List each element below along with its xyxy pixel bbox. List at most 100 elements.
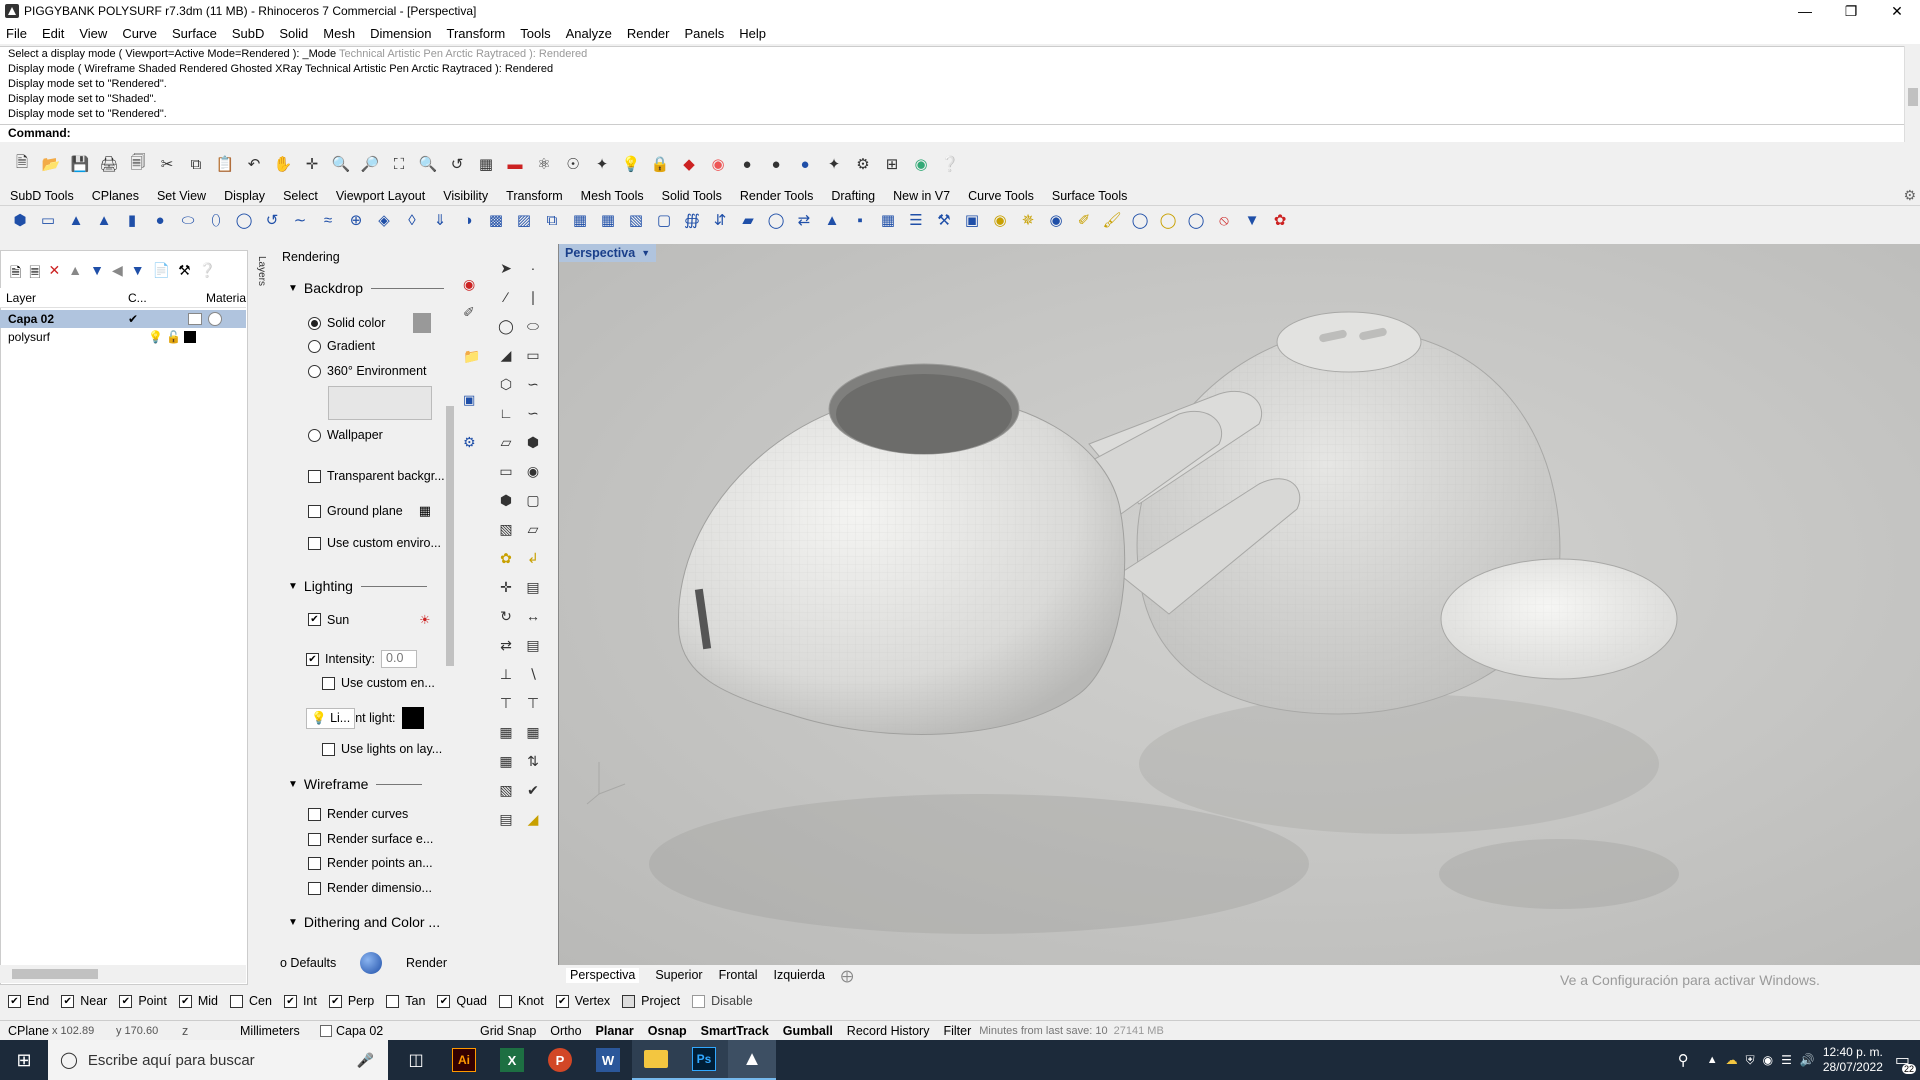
- explode-icon[interactable]: ∖: [521, 662, 545, 686]
- scroll-thumb[interactable]: [1908, 88, 1918, 106]
- tab-viewport-layout[interactable]: Viewport Layout: [336, 189, 425, 203]
- subd-mesh-icon[interactable]: ▧: [624, 208, 648, 232]
- sun-checkbox[interactable]: ✔ Sun ☀: [308, 612, 430, 627]
- subd-grid-icon[interactable]: ▦: [596, 208, 620, 232]
- photoshop-app-icon[interactable]: Ps: [680, 1040, 728, 1080]
- tab-mesh-tools[interactable]: Mesh Tools: [581, 189, 644, 203]
- filter-icon[interactable]: ▼: [131, 262, 145, 286]
- mirror-icon[interactable]: ⇄: [494, 633, 518, 657]
- close-button[interactable]: ✕: [1874, 0, 1920, 22]
- move-icon[interactable]: ✛: [494, 575, 518, 599]
- zoom-window-icon[interactable]: 🔎: [358, 152, 382, 176]
- osnap-point[interactable]: ✔ Point: [119, 994, 167, 1008]
- display-icon[interactable]: ▣: [463, 392, 481, 434]
- clock[interactable]: 12:40 p. m. 28/07/2022: [1823, 1045, 1883, 1075]
- osnap-tan[interactable]: Tan: [386, 994, 425, 1008]
- visibility-bulb-icon[interactable]: 💡: [148, 330, 166, 344]
- subd-pin-icon[interactable]: ✿: [1268, 208, 1292, 232]
- rotate-view-icon[interactable]: ✛: [300, 152, 324, 176]
- menu-surface[interactable]: Surface: [172, 26, 217, 41]
- tab-surface-tools[interactable]: Surface Tools: [1052, 189, 1128, 203]
- scale-icon[interactable]: ↔: [521, 604, 545, 628]
- menu-mesh[interactable]: Mesh: [323, 26, 355, 41]
- menu-solid[interactable]: Solid: [279, 26, 308, 41]
- subd-insert-edge-icon[interactable]: ▦: [568, 208, 592, 232]
- open-file-icon[interactable]: 📂: [39, 152, 63, 176]
- box-icon[interactable]: ⬢: [521, 430, 545, 454]
- layer-state-icon[interactable]: 📄: [153, 262, 170, 286]
- layer-row[interactable]: polysurf 💡 🔓: [0, 328, 246, 346]
- tab-new-in-v7[interactable]: New in V7: [893, 189, 950, 203]
- save-icon[interactable]: 💾: [68, 152, 92, 176]
- tab-subd-tools[interactable]: SubD Tools: [10, 189, 74, 203]
- menu-tools[interactable]: Tools: [520, 26, 550, 41]
- subd-flat-icon[interactable]: ◯: [1184, 208, 1208, 232]
- scroll-thumb[interactable]: [12, 969, 98, 979]
- word-app-icon[interactable]: W: [584, 1040, 632, 1080]
- lighting-section[interactable]: ▼ Lighting: [288, 578, 427, 594]
- array-icon[interactable]: ▤: [521, 633, 545, 657]
- sweep-icon[interactable]: ▱: [521, 517, 545, 541]
- taskbar-search[interactable]: ◯ Escribe aquí para buscar 🎤: [48, 1040, 388, 1080]
- move-down-icon[interactable]: ▼: [90, 262, 104, 286]
- tab-drafting[interactable]: Drafting: [831, 189, 875, 203]
- rectangle-icon[interactable]: ▭: [521, 343, 545, 367]
- subd-bridge-icon[interactable]: ▨: [512, 208, 536, 232]
- layer-row[interactable]: Capa 02 ✔: [0, 310, 246, 328]
- subd-display-icon[interactable]: ◯: [1128, 208, 1152, 232]
- zoom-icon[interactable]: 🔍: [329, 152, 353, 176]
- tab-cplanes[interactable]: CPlanes: [92, 189, 139, 203]
- subd-crease-icon[interactable]: ◑: [456, 208, 480, 232]
- color-wheel-icon[interactable]: ◉: [463, 276, 481, 304]
- layer-help-icon[interactable]: ❔: [199, 262, 216, 286]
- osnap-toggle[interactable]: Osnap: [648, 1024, 687, 1038]
- crop-icon[interactable]: ⊞: [880, 152, 904, 176]
- osnap-mid[interactable]: ✔ Mid: [178, 994, 218, 1008]
- subd-offset-icon[interactable]: ◯: [764, 208, 788, 232]
- copy-icon[interactable]: ▤: [521, 575, 545, 599]
- subd-symmetry-icon[interactable]: ▲: [820, 208, 844, 232]
- check-icon[interactable]: ✔: [521, 778, 545, 802]
- tab-izquierda[interactable]: Izquierda: [773, 968, 824, 983]
- subd-select-icon[interactable]: ▦: [876, 208, 900, 232]
- zoom-selected-icon[interactable]: 🔍: [416, 152, 440, 176]
- shaded-sphere-icon[interactable]: ●: [735, 152, 759, 176]
- subd-face-icon[interactable]: ◊: [400, 208, 424, 232]
- menu-subd[interactable]: SubD: [232, 26, 265, 41]
- polyline-icon[interactable]: ∣: [521, 285, 545, 309]
- render-tools-icon[interactable]: ✿: [494, 546, 518, 570]
- subd-slide-icon[interactable]: ⇵: [708, 208, 732, 232]
- zoom-extents-icon[interactable]: ⛶: [387, 152, 411, 176]
- osnap-cen[interactable]: Cen: [230, 994, 272, 1008]
- solid-edit-icon[interactable]: ▢: [521, 488, 545, 512]
- menu-curve[interactable]: Curve: [122, 26, 157, 41]
- tab-display[interactable]: Display: [224, 189, 265, 203]
- menu-edit[interactable]: Edit: [42, 26, 64, 41]
- intensity-input[interactable]: 0.0: [381, 650, 418, 668]
- material-col-header[interactable]: Materia: [206, 291, 246, 305]
- ambient-light-row[interactable]: 💡 Li... nt light:: [306, 707, 424, 729]
- folder-icon[interactable]: 📁: [463, 348, 481, 392]
- subd-smooth-icon[interactable]: ◯: [1156, 208, 1180, 232]
- ambient-color-swatch[interactable]: [401, 707, 424, 729]
- subd-extrude-icon[interactable]: ⇓: [428, 208, 452, 232]
- command-line[interactable]: Command:: [0, 124, 1904, 142]
- ellipse-icon[interactable]: ⬭: [521, 314, 545, 338]
- wifi-icon[interactable]: ☰: [1781, 1053, 1792, 1067]
- gradient-option[interactable]: Gradient: [308, 339, 375, 353]
- subd-align-icon[interactable]: ▣: [960, 208, 984, 232]
- subd-convert-icon[interactable]: ▪: [848, 208, 872, 232]
- render-settings-icon[interactable]: ⚙: [463, 434, 481, 462]
- skylight-checkbox[interactable]: ✔ Intensity: 0.0: [306, 650, 418, 668]
- subd-revolve-icon[interactable]: ↺: [260, 208, 284, 232]
- subd-pyramid-icon[interactable]: ▲: [92, 208, 116, 232]
- grid-array-icon[interactable]: ▦: [494, 749, 518, 773]
- transparent-background-checkbox[interactable]: Transparent backgr...: [308, 469, 445, 483]
- move-up-icon[interactable]: ▲: [68, 262, 82, 286]
- render-curves-checkbox[interactable]: Render curves: [308, 807, 408, 821]
- dimension-icon[interactable]: ↲: [521, 546, 545, 570]
- osnap-perp[interactable]: ✔ Perp: [328, 994, 374, 1008]
- rendering-scrollbar[interactable]: [444, 266, 456, 936]
- layers-scrollbar[interactable]: [0, 965, 246, 983]
- cplane-icon[interactable]: ▬: [503, 152, 527, 176]
